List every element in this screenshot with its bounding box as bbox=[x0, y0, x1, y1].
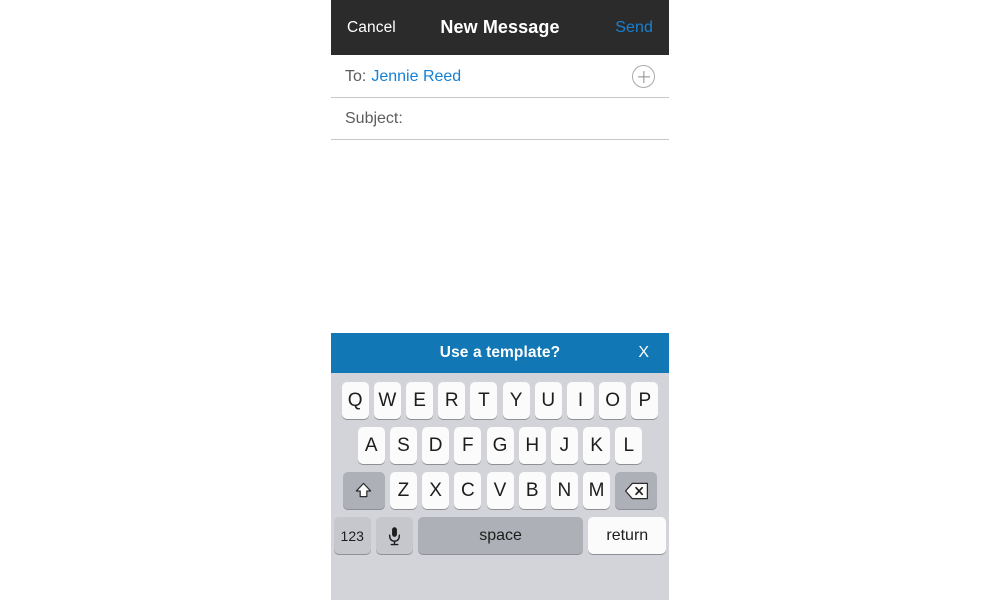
key-x[interactable]: X bbox=[422, 472, 450, 509]
backspace-key[interactable] bbox=[615, 472, 658, 509]
key-o[interactable]: O bbox=[599, 382, 627, 419]
message-body-input[interactable] bbox=[331, 141, 669, 331]
key-w[interactable]: W bbox=[373, 382, 401, 419]
key-j[interactable]: J bbox=[550, 427, 578, 464]
onscreen-keyboard: QWERTYUIOP ASDFGHJKL ZXCVBNM 123 space r… bbox=[331, 373, 669, 600]
key-z[interactable]: Z bbox=[389, 472, 417, 509]
to-field-label: To: bbox=[345, 67, 367, 85]
key-p[interactable]: P bbox=[631, 382, 659, 419]
key-b[interactable]: B bbox=[518, 472, 546, 509]
space-key[interactable]: space bbox=[418, 517, 584, 554]
numbers-key[interactable]: 123 bbox=[333, 517, 371, 554]
to-recipient-chip[interactable]: Jennie Reed bbox=[371, 68, 461, 86]
key-c[interactable]: C bbox=[454, 472, 482, 509]
plus-circle-icon[interactable] bbox=[632, 65, 655, 88]
key-n[interactable]: N bbox=[550, 472, 578, 509]
key-k[interactable]: K bbox=[583, 427, 611, 464]
send-button[interactable]: Send bbox=[615, 19, 653, 37]
template-banner-text: Use a template? bbox=[439, 344, 561, 361]
keyboard-row-3: ZXCVBNM bbox=[331, 472, 669, 509]
subject-field-row[interactable]: Subject: bbox=[331, 98, 669, 140]
key-a[interactable]: A bbox=[357, 427, 385, 464]
key-e[interactable]: E bbox=[406, 382, 434, 419]
template-suggestion-banner[interactable]: Use a template? X bbox=[331, 333, 669, 373]
key-r[interactable]: R bbox=[438, 382, 466, 419]
mail-compose-screen: Cancel New Message Send To: Jennie Reed … bbox=[331, 0, 669, 600]
key-g[interactable]: G bbox=[486, 427, 514, 464]
to-field-row[interactable]: To: Jennie Reed bbox=[331, 56, 669, 98]
close-icon[interactable]: X bbox=[638, 345, 649, 361]
key-v[interactable]: V bbox=[486, 472, 514, 509]
subject-field-label: Subject: bbox=[345, 109, 403, 127]
key-q[interactable]: Q bbox=[341, 382, 369, 419]
screenshot-root: Cancel New Message Send To: Jennie Reed … bbox=[0, 0, 1000, 600]
key-f[interactable]: F bbox=[454, 427, 482, 464]
keyboard-row-1: QWERTYUIOP bbox=[331, 382, 669, 419]
microphone-key[interactable] bbox=[375, 517, 413, 554]
key-d[interactable]: D bbox=[422, 427, 450, 464]
navigation-bar: Cancel New Message Send bbox=[331, 0, 669, 55]
shift-key[interactable] bbox=[342, 472, 385, 509]
key-u[interactable]: U bbox=[534, 382, 562, 419]
key-t[interactable]: T bbox=[470, 382, 498, 419]
keyboard-row-2: ASDFGHJKL bbox=[331, 427, 669, 464]
return-key[interactable]: return bbox=[588, 517, 667, 554]
key-s[interactable]: S bbox=[389, 427, 417, 464]
key-m[interactable]: M bbox=[583, 472, 611, 509]
key-i[interactable]: I bbox=[566, 382, 594, 419]
key-y[interactable]: Y bbox=[502, 382, 530, 419]
keyboard-row-4: 123 space return bbox=[331, 517, 669, 554]
key-l[interactable]: L bbox=[615, 427, 643, 464]
key-h[interactable]: H bbox=[518, 427, 546, 464]
cancel-button[interactable]: Cancel bbox=[347, 19, 396, 37]
